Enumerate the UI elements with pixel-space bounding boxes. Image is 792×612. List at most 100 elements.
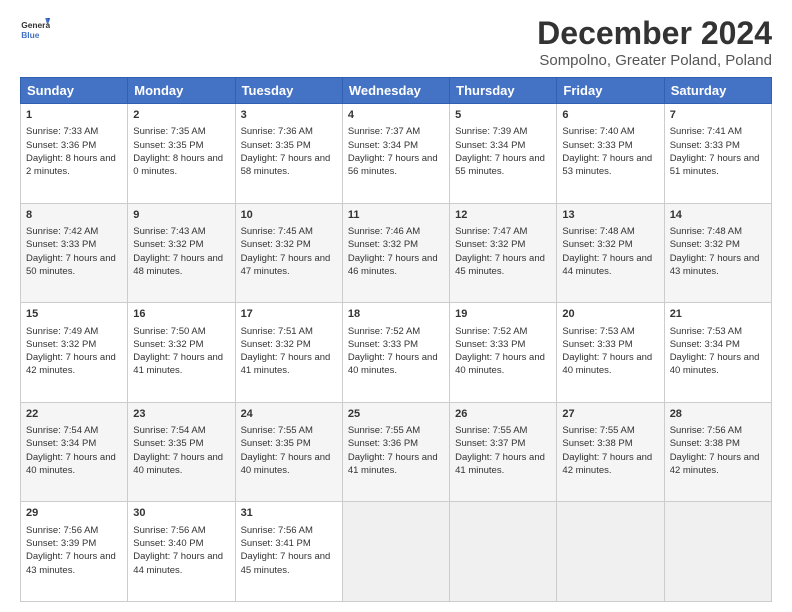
sunrise-text: Sunrise: 7:56 AM — [133, 524, 229, 537]
day-number: 17 — [241, 307, 337, 322]
day-number: 31 — [241, 506, 337, 521]
sunset-text: Sunset: 3:33 PM — [562, 338, 658, 351]
calendar-cell: 4Sunrise: 7:37 AMSunset: 3:34 PMDaylight… — [342, 104, 449, 204]
sunrise-text: Sunrise: 7:45 AM — [241, 225, 337, 238]
sunset-text: Sunset: 3:39 PM — [26, 537, 122, 550]
sunset-text: Sunset: 3:38 PM — [562, 437, 658, 450]
daylight-text: Daylight: 7 hours and 48 minutes. — [133, 252, 229, 279]
calendar-cell: 15Sunrise: 7:49 AMSunset: 3:32 PMDayligh… — [21, 303, 128, 403]
day-number: 8 — [26, 208, 122, 223]
sunset-text: Sunset: 3:33 PM — [348, 338, 444, 351]
week-row-2: 8Sunrise: 7:42 AMSunset: 3:33 PMDaylight… — [21, 203, 772, 303]
calendar-cell: 1Sunrise: 7:33 AMSunset: 3:36 PMDaylight… — [21, 104, 128, 204]
sunrise-text: Sunrise: 7:55 AM — [348, 424, 444, 437]
sunset-text: Sunset: 3:33 PM — [562, 139, 658, 152]
daylight-text: Daylight: 7 hours and 51 minutes. — [670, 152, 766, 179]
sunrise-text: Sunrise: 7:43 AM — [133, 225, 229, 238]
day-number: 28 — [670, 407, 766, 422]
sunset-text: Sunset: 3:32 PM — [348, 238, 444, 251]
calendar-cell: 6Sunrise: 7:40 AMSunset: 3:33 PMDaylight… — [557, 104, 664, 204]
day-number: 20 — [562, 307, 658, 322]
sunset-text: Sunset: 3:37 PM — [455, 437, 551, 450]
week-row-3: 15Sunrise: 7:49 AMSunset: 3:32 PMDayligh… — [21, 303, 772, 403]
daylight-text: Daylight: 7 hours and 56 minutes. — [348, 152, 444, 179]
sunrise-text: Sunrise: 7:48 AM — [670, 225, 766, 238]
weekday-header-monday: Monday — [128, 78, 235, 104]
sunset-text: Sunset: 3:40 PM — [133, 537, 229, 550]
sunrise-text: Sunrise: 7:56 AM — [26, 524, 122, 537]
weekday-header-thursday: Thursday — [450, 78, 557, 104]
day-number: 29 — [26, 506, 122, 521]
svg-text:Blue: Blue — [21, 30, 40, 40]
sunrise-text: Sunrise: 7:49 AM — [26, 325, 122, 338]
sunset-text: Sunset: 3:36 PM — [348, 437, 444, 450]
calendar-cell: 19Sunrise: 7:52 AMSunset: 3:33 PMDayligh… — [450, 303, 557, 403]
sunset-text: Sunset: 3:32 PM — [133, 238, 229, 251]
sunset-text: Sunset: 3:34 PM — [455, 139, 551, 152]
sunrise-text: Sunrise: 7:53 AM — [670, 325, 766, 338]
calendar-cell: 28Sunrise: 7:56 AMSunset: 3:38 PMDayligh… — [664, 402, 771, 502]
sunrise-text: Sunrise: 7:33 AM — [26, 125, 122, 138]
sunset-text: Sunset: 3:35 PM — [241, 139, 337, 152]
day-number: 4 — [348, 108, 444, 123]
sunset-text: Sunset: 3:32 PM — [241, 238, 337, 251]
sunset-text: Sunset: 3:32 PM — [670, 238, 766, 251]
sunrise-text: Sunrise: 7:37 AM — [348, 125, 444, 138]
daylight-text: Daylight: 8 hours and 0 minutes. — [133, 152, 229, 179]
sunrise-text: Sunrise: 7:52 AM — [455, 325, 551, 338]
calendar-cell: 7Sunrise: 7:41 AMSunset: 3:33 PMDaylight… — [664, 104, 771, 204]
calendar-cell: 12Sunrise: 7:47 AMSunset: 3:32 PMDayligh… — [450, 203, 557, 303]
sunset-text: Sunset: 3:32 PM — [562, 238, 658, 251]
title-section: December 2024 Sompolno, Greater Poland, … — [537, 15, 772, 69]
logo-icon: General Blue — [20, 15, 50, 45]
sunset-text: Sunset: 3:33 PM — [670, 139, 766, 152]
calendar-cell: 8Sunrise: 7:42 AMSunset: 3:33 PMDaylight… — [21, 203, 128, 303]
sunset-text: Sunset: 3:33 PM — [26, 238, 122, 251]
day-number: 18 — [348, 307, 444, 322]
sunset-text: Sunset: 3:34 PM — [670, 338, 766, 351]
day-number: 5 — [455, 108, 551, 123]
calendar-cell: 10Sunrise: 7:45 AMSunset: 3:32 PMDayligh… — [235, 203, 342, 303]
weekday-header-friday: Friday — [557, 78, 664, 104]
day-number: 24 — [241, 407, 337, 422]
sunrise-text: Sunrise: 7:53 AM — [562, 325, 658, 338]
calendar-cell — [664, 502, 771, 602]
daylight-text: Daylight: 7 hours and 43 minutes. — [26, 550, 122, 577]
sunrise-text: Sunrise: 7:48 AM — [562, 225, 658, 238]
calendar-cell: 2Sunrise: 7:35 AMSunset: 3:35 PMDaylight… — [128, 104, 235, 204]
calendar-cell: 31Sunrise: 7:56 AMSunset: 3:41 PMDayligh… — [235, 502, 342, 602]
calendar-cell: 9Sunrise: 7:43 AMSunset: 3:32 PMDaylight… — [128, 203, 235, 303]
logo: General Blue — [20, 15, 50, 45]
daylight-text: Daylight: 7 hours and 58 minutes. — [241, 152, 337, 179]
daylight-text: Daylight: 7 hours and 42 minutes. — [670, 451, 766, 478]
daylight-text: Daylight: 7 hours and 40 minutes. — [348, 351, 444, 378]
calendar-cell: 14Sunrise: 7:48 AMSunset: 3:32 PMDayligh… — [664, 203, 771, 303]
daylight-text: Daylight: 7 hours and 42 minutes. — [562, 451, 658, 478]
daylight-text: Daylight: 7 hours and 44 minutes. — [133, 550, 229, 577]
calendar-cell: 29 Sunrise: 7:56 AMSunset: 3:39 PMDayligh… — [21, 502, 128, 602]
main-title: December 2024 — [537, 15, 772, 52]
day-number: 10 — [241, 208, 337, 223]
daylight-text: Daylight: 8 hours and 2 minutes. — [26, 152, 122, 179]
sunrise-text: Sunrise: 7:51 AM — [241, 325, 337, 338]
week-row-4: 22Sunrise: 7:54 AMSunset: 3:34 PMDayligh… — [21, 402, 772, 502]
sunrise-text: Sunrise: 7:41 AM — [670, 125, 766, 138]
sunrise-text: Sunrise: 7:47 AM — [455, 225, 551, 238]
daylight-text: Daylight: 7 hours and 41 minutes. — [133, 351, 229, 378]
sunrise-text: Sunrise: 7:54 AM — [26, 424, 122, 437]
daylight-text: Daylight: 7 hours and 40 minutes. — [241, 451, 337, 478]
sunset-text: Sunset: 3:32 PM — [133, 338, 229, 351]
sunrise-text: Sunrise: 7:35 AM — [133, 125, 229, 138]
daylight-text: Daylight: 7 hours and 41 minutes. — [241, 351, 337, 378]
sunset-text: Sunset: 3:32 PM — [26, 338, 122, 351]
day-number: 1 — [26, 108, 122, 123]
daylight-text: Daylight: 7 hours and 43 minutes. — [670, 252, 766, 279]
sunset-text: Sunset: 3:34 PM — [26, 437, 122, 450]
daylight-text: Daylight: 7 hours and 45 minutes. — [241, 550, 337, 577]
sunrise-text: Sunrise: 7:55 AM — [562, 424, 658, 437]
daylight-text: Daylight: 7 hours and 55 minutes. — [455, 152, 551, 179]
day-number: 23 — [133, 407, 229, 422]
sunrise-text: Sunrise: 7:46 AM — [348, 225, 444, 238]
calendar-cell: 24Sunrise: 7:55 AMSunset: 3:35 PMDayligh… — [235, 402, 342, 502]
day-number: 26 — [455, 407, 551, 422]
